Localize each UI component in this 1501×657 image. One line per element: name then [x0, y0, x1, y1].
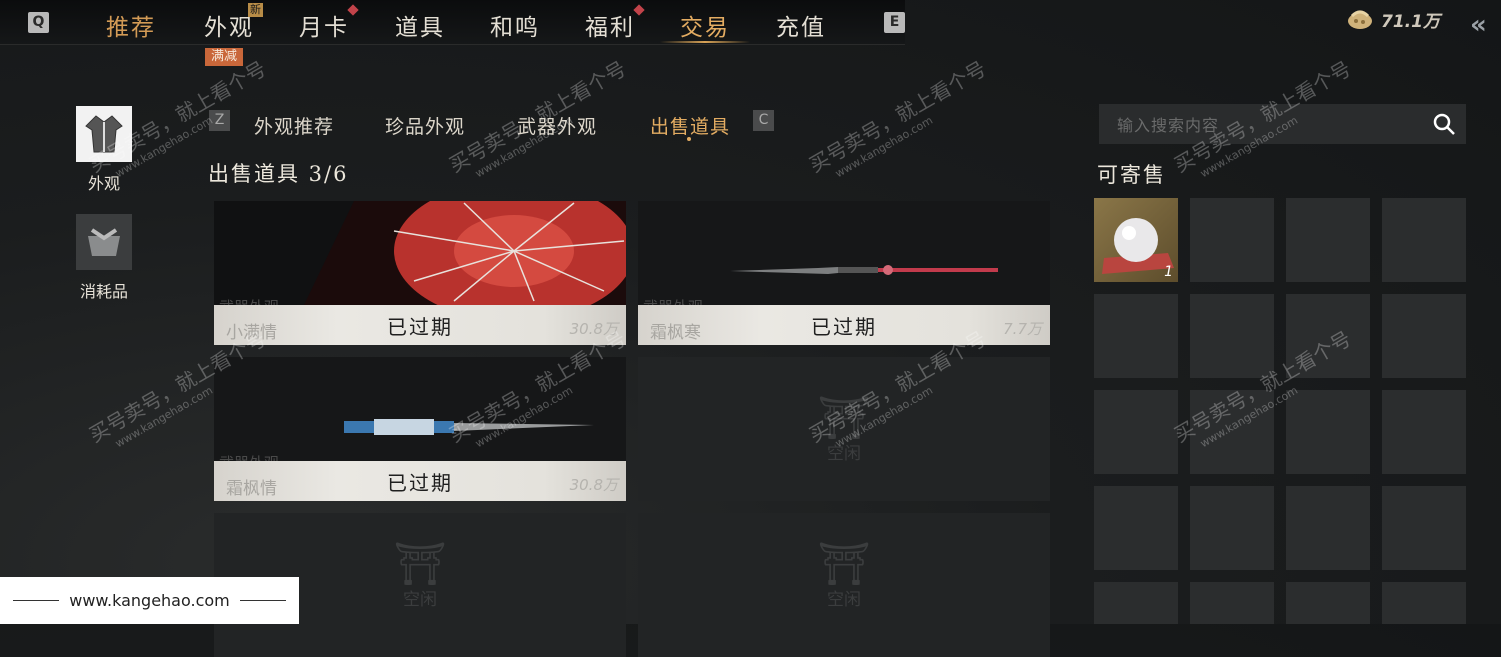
- consign-cell[interactable]: [1094, 294, 1178, 378]
- item-price: 7.7万: [1003, 320, 1042, 338]
- consign-cell[interactable]: [1094, 390, 1178, 474]
- robe-icon: [76, 106, 132, 162]
- tab-trade[interactable]: 交易: [680, 8, 730, 42]
- search-input[interactable]: 输入搜索内容: [1117, 112, 1219, 136]
- key-hint-e[interactable]: E: [884, 12, 905, 33]
- status-expired: 已过期: [387, 470, 453, 495]
- tab-items[interactable]: 道具: [395, 8, 445, 42]
- pavilion-icon: ⛩: [817, 393, 871, 442]
- tab-monthly-card[interactable]: 月卡: [299, 8, 349, 42]
- idle-label: 空闲: [827, 444, 861, 464]
- red-dot-icon: [633, 4, 645, 16]
- item-price: 30.8万: [569, 476, 618, 494]
- umbrella-image: [214, 201, 626, 321]
- spear-image: [638, 201, 1050, 305]
- consign-cell[interactable]: [1190, 294, 1274, 378]
- listing-slot-3[interactable]: 武器外观 霜枫情 已过期 30.8万: [214, 357, 626, 501]
- consign-cell[interactable]: [1190, 390, 1274, 474]
- consign-cell[interactable]: [1382, 294, 1466, 378]
- blade-image: [214, 357, 626, 461]
- currency-display: 71.1万: [1345, 7, 1440, 32]
- watermark: 买号卖号，就上看个号 www.kangehao.com: [804, 56, 991, 181]
- listing-slot-2[interactable]: 武器外观 霜枫寒 已过期 7.7万: [638, 201, 1050, 345]
- footer-watermark: www.kangehao.com: [0, 577, 299, 624]
- tab-recommend[interactable]: 推荐: [106, 8, 156, 42]
- leftnav-item-consumables[interactable]: 消耗品: [76, 214, 132, 302]
- consign-cell[interactable]: [1382, 486, 1466, 570]
- consign-cell[interactable]: [1382, 390, 1466, 474]
- item-name: 小满情: [226, 323, 277, 343]
- key-hint-q[interactable]: Q: [28, 12, 49, 33]
- leftnav-label-consumables: 消耗品: [79, 282, 128, 301]
- footer-url: www.kangehao.com: [69, 591, 230, 610]
- search-icon[interactable]: [1432, 112, 1456, 136]
- consign-cell[interactable]: [1286, 294, 1370, 378]
- subtab-sell-items[interactable]: 出售道具: [650, 112, 730, 139]
- search-box[interactable]: 输入搜索内容: [1099, 104, 1466, 144]
- item-price: 30.8万: [569, 320, 618, 338]
- subtab-appearance-recommend[interactable]: 外观推荐: [254, 112, 334, 139]
- coin-pouch-icon: [1348, 10, 1372, 29]
- subtab-rare-appearance[interactable]: 珍品外观: [385, 112, 465, 139]
- listings-title: 出售道具 3/6: [208, 162, 349, 186]
- red-dot-icon: [347, 4, 359, 16]
- consign-cell[interactable]: [1094, 582, 1178, 624]
- consign-cell[interactable]: [1286, 582, 1370, 624]
- item-name: 霜枫寒: [650, 323, 701, 343]
- status-strip: 小满情 已过期 30.8万: [214, 305, 626, 345]
- bundle-icon: [76, 214, 132, 270]
- active-tab-indicator: [660, 41, 750, 43]
- status-strip: 霜枫情 已过期 30.8万: [214, 461, 626, 501]
- pavilion-icon: ⛩: [817, 539, 871, 588]
- consign-cell[interactable]: [1094, 486, 1178, 570]
- consign-cell[interactable]: [1286, 486, 1370, 570]
- listing-slot-6[interactable]: ⛩ 空闲: [638, 513, 1050, 657]
- top-nav-bar: Q 推荐 外观 新 月卡 道具 和鸣 福利 交易 充值 E: [0, 0, 905, 45]
- tab-recharge[interactable]: 充值: [776, 8, 826, 42]
- consign-cell[interactable]: [1190, 486, 1274, 570]
- item-name: 霜枫情: [226, 479, 277, 499]
- consignable-title: 可寄售: [1097, 163, 1166, 187]
- consign-cell[interactable]: [1190, 198, 1274, 282]
- leftnav-label-appearance: 外观: [87, 174, 120, 193]
- status-strip: 霜枫寒 已过期 7.7万: [638, 305, 1050, 345]
- consign-cell[interactable]: [1286, 198, 1370, 282]
- key-hint-c[interactable]: C: [753, 110, 774, 131]
- tab-welfare[interactable]: 福利: [585, 8, 635, 42]
- currency-amount: 71.1万: [1381, 11, 1440, 32]
- listing-slot-1[interactable]: 武器外观 小满情 已过期 30.8万: [214, 201, 626, 345]
- subtab-weapon-appearance[interactable]: 武器外观: [517, 112, 597, 139]
- tab-harmony[interactable]: 和鸣: [490, 8, 540, 42]
- item-quantity: 1: [1164, 264, 1173, 280]
- consign-cell[interactable]: [1382, 198, 1466, 282]
- back-chevrons-icon[interactable]: «: [1470, 10, 1487, 40]
- consign-cell[interactable]: [1382, 582, 1466, 624]
- consign-cell-pearl[interactable]: 1: [1094, 198, 1178, 282]
- tab-appearance[interactable]: 外观: [204, 8, 254, 42]
- status-expired: 已过期: [811, 314, 877, 339]
- status-expired: 已过期: [387, 314, 453, 339]
- new-badge: 新: [248, 3, 263, 17]
- listing-slot-4[interactable]: ⛩ 空闲: [638, 357, 1050, 501]
- idle-label: 空闲: [827, 590, 861, 610]
- key-hint-z[interactable]: Z: [209, 110, 230, 131]
- sale-badge: 满减: [205, 48, 244, 66]
- consign-cell[interactable]: [1286, 390, 1370, 474]
- leftnav-item-appearance[interactable]: 外观: [76, 106, 132, 194]
- active-subtab-dot: [687, 137, 691, 141]
- consign-cell[interactable]: [1190, 582, 1274, 624]
